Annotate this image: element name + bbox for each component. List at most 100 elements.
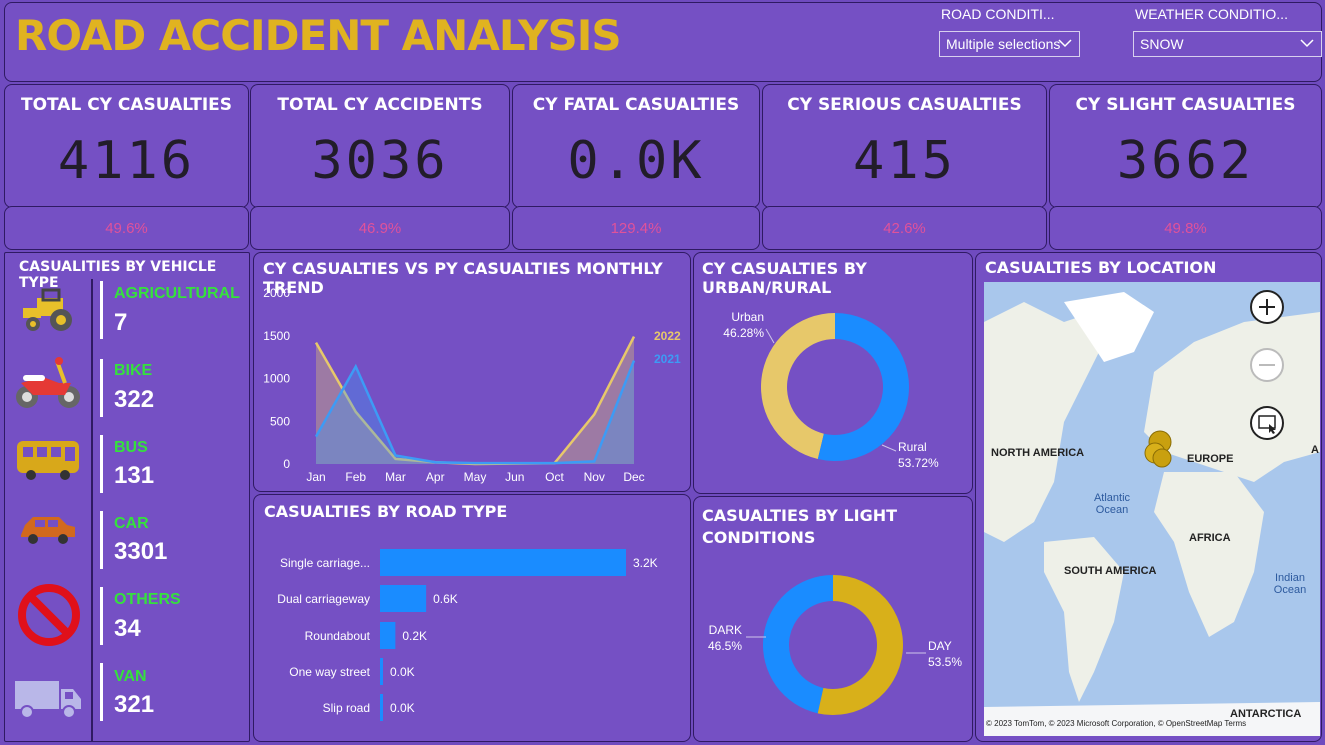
bar-value-label: 0.2K [402,629,427,643]
slice-value-label: 46.5% [708,639,742,653]
road-type-panel: CASUALTIES BY ROAD TYPE Single carriage.… [253,494,691,742]
bar-category-label: Single carriage... [280,556,370,570]
bar [380,585,427,612]
vehicle-name-van: VAN [114,668,147,685]
vehicle-name-bus: BUS [114,439,148,456]
kpi-pct-card: 129.4% [512,206,760,250]
kpi-pct-card: 42.6% [762,206,1047,250]
slice-value-label: 53.72% [898,456,939,470]
vehicle-divider [100,587,103,645]
chevron-down-icon [1300,39,1314,48]
map-copyright: © 2023 TomTom, © 2023 Microsoft Corporat… [986,719,1247,728]
bus-icon [17,441,79,480]
trend-chart-panel: CY CASUALTIES VS PY CASUALTIES MONTHLY T… [253,252,691,492]
kpi-pct: 49.8% [1164,220,1207,237]
dashboard-title: ROAD ACCIDENT ANALYSIS [15,11,622,60]
kpi-card-total-casualties: TOTAL CY CASUALTIES 4116 [4,84,249,208]
slice-category-label: Urban [731,310,764,324]
kpi-value: 4116 [57,131,196,191]
kpi-card-total-accidents: TOTAL CY ACCIDENTS 3036 [250,84,510,208]
y-tick-label: 0 [283,457,290,471]
x-tick-label: Dec [623,470,644,484]
bar-category-label: One way street [289,665,370,679]
minus-icon [1259,364,1275,366]
kpi-card-slight-casualties: CY SLIGHT CASUALTIES 3662 [1049,84,1322,208]
slice-category-label: DARK [709,623,742,637]
bar-value-label: 0.6K [433,592,458,606]
x-tick-label: Apr [426,470,445,484]
kpi-pct-card: 49.8% [1049,206,1322,250]
map-label-asia-edge: A [1311,444,1319,456]
kpi-pct: 46.9% [358,220,402,237]
bar [380,694,383,721]
vehicle-divider [100,511,103,569]
vehicle-value-bus: 131 [114,462,155,489]
kpi-title: TOTAL CY ACCIDENTS [277,95,483,115]
vehicle-value-car: 3301 [114,538,168,565]
kpi-pct-card: 46.9% [250,206,510,250]
y-tick-label: 1500 [263,329,290,343]
y-tick-label: 500 [270,414,290,428]
kpi-title: CY FATAL CASUALTIES [532,95,740,115]
light-conditions-donut[interactable]: DARK 46.5% DAY 53.5% [694,497,974,743]
bar-value-label: 3.2K [633,556,658,570]
map-label-indian: Indian Ocean [1273,572,1307,596]
bar [380,549,626,576]
slice-category-label: Rural [898,440,927,454]
vehicle-value-others: 34 [114,615,141,642]
kpi-pct: 49.6% [105,220,148,237]
trend-chart[interactable]: 0 500 1000 1500 2000 Jan Feb Mar Apr May Jun Oct Nov… [254,253,692,493]
weather-condition-slicer-value: SNOW [1140,36,1184,52]
vehicle-name-agricultural: AGRICULTURAL [114,285,240,302]
map-label-south-america: SOUTH AMERICA [1064,565,1157,577]
leader-line [765,328,775,344]
bar-category-label: Roundabout [305,629,371,643]
bar-category-label: Slip road [323,701,370,715]
bar-value-label: 0.0K [390,665,415,679]
kpi-pct: 129.4% [610,220,662,237]
vehicle-icon-column [5,279,93,741]
map-label-africa: AFRICA [1189,532,1231,544]
kpi-value: 3036 [311,131,449,191]
header-bar: ROAD ACCIDENT ANALYSIS ROAD CONDITI... M… [4,2,1322,82]
kpi-value: 415 [853,131,956,191]
urban-rural-panel: CY CASUALTIES BY URBAN/RURAL Urban 46.28%… [693,252,973,494]
motorbike-icon [16,357,80,408]
kpi-title: TOTAL CY CASUALTIES [20,95,233,115]
location-title: CASUALTIES BY LOCATION [985,258,1217,277]
x-tick-label: Jun [505,470,524,484]
kpi-pct: 42.6% [883,220,926,237]
x-tick-label: Feb [345,470,366,484]
bar [380,658,383,685]
urban-rural-donut[interactable]: Urban 46.28% Rural 53.72% [694,253,974,495]
x-tick-label: Nov [584,470,605,484]
van-icon [15,681,81,719]
y-tick-label: 1000 [263,372,290,386]
slice-value-label: 53.5% [928,655,962,669]
x-tick-label: Oct [545,470,564,484]
vehicle-name-bike: BIKE [114,362,153,379]
kpi-title: CY SERIOUS CASUALTIES [787,95,1022,115]
x-tick-label: Mar [385,470,406,484]
road-condition-slicer-label: ROAD CONDITI... [941,6,1055,22]
vehicle-divider [100,663,103,721]
weather-condition-slicer-label: WEATHER CONDITIO... [1135,6,1288,22]
location-map[interactable]: NORTH AMERICA EUROPE A AFRICA SOUTH AMER… [984,282,1320,736]
zoom-out-button[interactable] [1250,348,1284,382]
select-area-button[interactable] [1250,406,1284,440]
road-condition-slicer[interactable]: Multiple selections [939,31,1080,57]
prohibited-icon [18,584,80,646]
weather-condition-slicer[interactable]: SNOW [1133,31,1322,57]
road-type-bar-chart[interactable]: Single carriage... 3.2K Dual carriageway 0.… [254,495,692,743]
road-condition-slicer-value: Multiple selections [946,36,1061,52]
y-tick-label: 2000 [263,286,290,300]
series-label-2022: 2022 [654,329,681,343]
car-icon [21,517,75,544]
map-label-atlantic: Atlantic Ocean [1093,492,1131,516]
kpi-card-fatal-casualties: CY FATAL CASUALTIES 0.0K [512,84,760,208]
kpi-card-serious-casualties: CY SERIOUS CASUALTIES 415 [762,84,1047,208]
map-label-europe: EUROPE [1187,453,1234,465]
slice-value-label: 46.28% [723,326,764,340]
tractor-icon [23,288,72,331]
zoom-in-button[interactable] [1250,290,1284,324]
